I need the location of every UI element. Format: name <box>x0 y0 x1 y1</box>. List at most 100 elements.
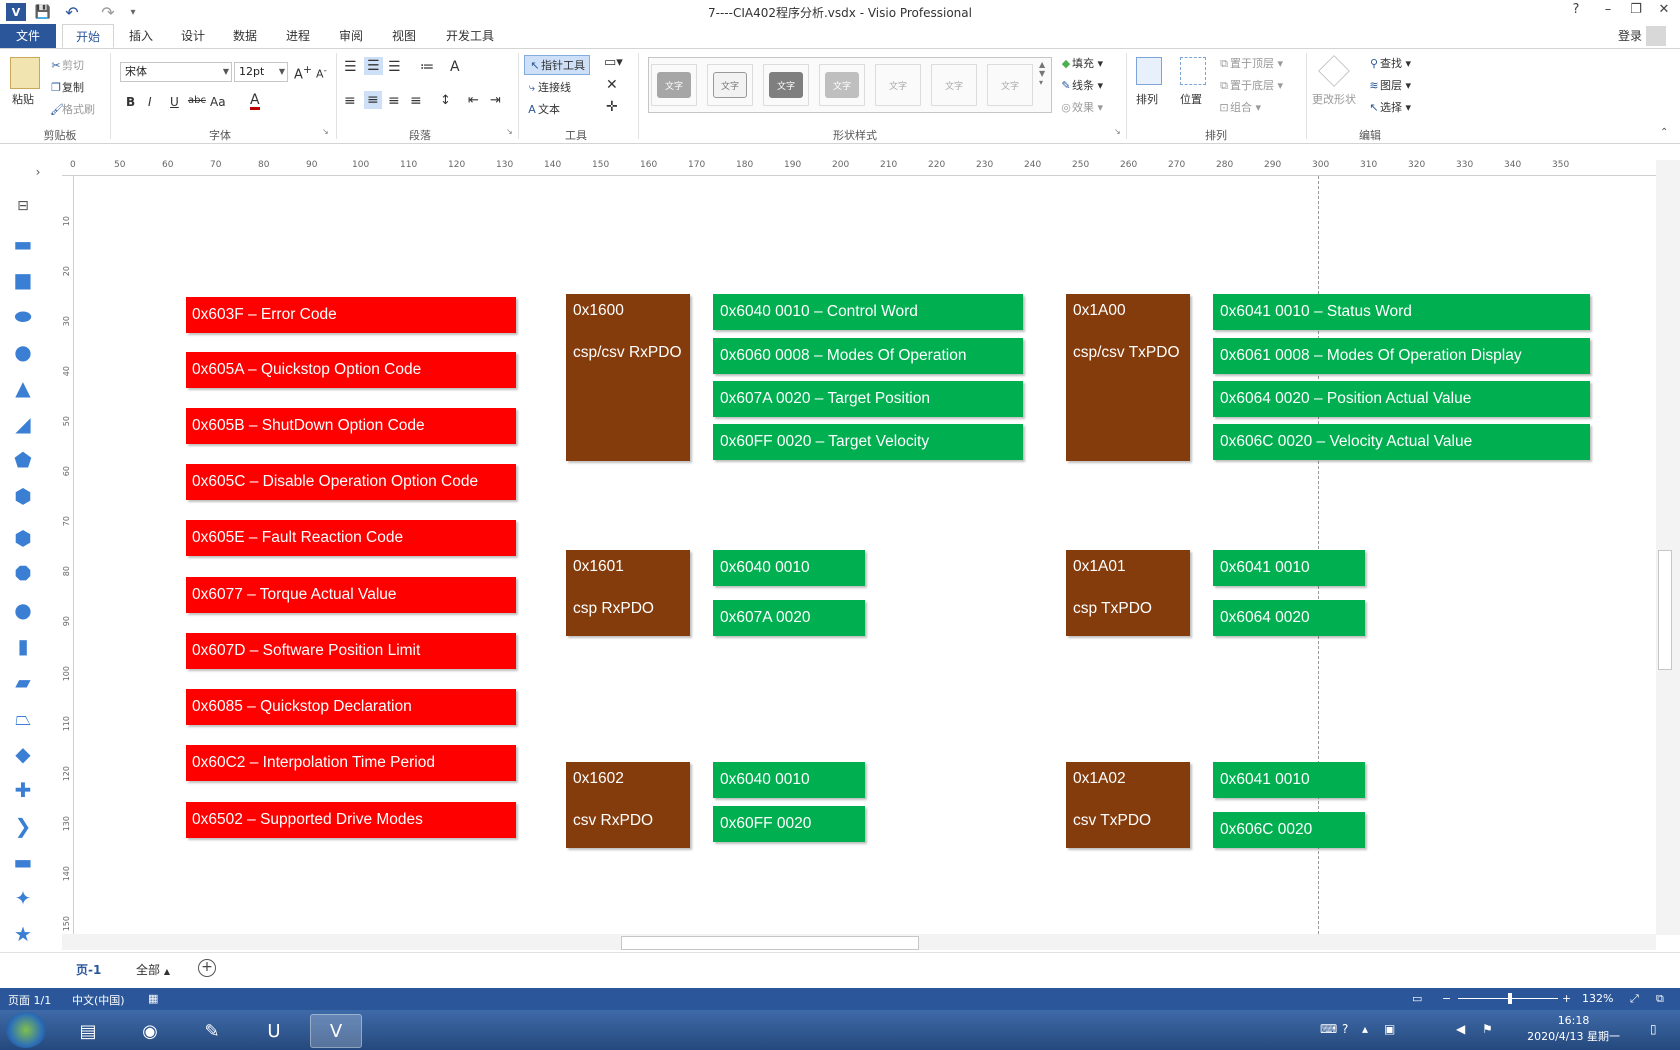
align-right-icon[interactable]: ≡ <box>388 93 400 109</box>
heptagon-icon[interactable]: ⬢ <box>11 526 35 550</box>
keyboard-icon[interactable]: ⌨ <box>1320 1022 1337 1036</box>
gallery-scroll-icon[interactable]: ▲ ▼ ▾ <box>1039 60 1045 87</box>
ellipse-icon[interactable]: ⬬ <box>11 304 35 328</box>
connection-point-icon[interactable]: ✛ <box>606 99 618 115</box>
object-box[interactable]: 0x605C – Disable Operation Option Code <box>186 464 516 500</box>
bullets-icon[interactable]: ≔ <box>420 59 434 75</box>
strikethrough-button[interactable]: abc <box>188 95 206 106</box>
line-button[interactable]: 线条 <box>1072 79 1094 92</box>
object-box[interactable]: 0x60C2 – Interpolation Time Period <box>186 745 516 781</box>
tray-expand-icon[interactable]: ▴ <box>1362 1022 1368 1036</box>
send-to-back-button[interactable]: 置于底层 <box>1230 79 1274 92</box>
octagon-icon[interactable]: ⯃ <box>11 562 35 586</box>
rectangle-icon[interactable]: ▬ <box>11 232 35 256</box>
visio-taskbar-icon[interactable]: V <box>310 1014 362 1048</box>
change-case-button[interactable]: Aa <box>210 95 226 109</box>
object-box[interactable]: 0x6502 – Supported Drive Modes <box>186 802 516 838</box>
dialog-launcher-icon[interactable]: ↘ <box>322 127 329 136</box>
help-tray-icon[interactable]: ? <box>1342 1022 1348 1036</box>
macro-icon[interactable]: ▦ <box>148 992 158 1005</box>
dialog-launcher-icon[interactable]: ↘ <box>506 127 513 136</box>
square-icon[interactable]: ■ <box>11 268 35 292</box>
tab-design[interactable]: 设计 <box>170 24 216 48</box>
text-direction-icon[interactable]: A <box>450 59 460 75</box>
bold-button[interactable]: B <box>126 95 135 109</box>
pdo-entry-box[interactable]: 0x6040 0010 – Control Word <box>713 294 1023 330</box>
pdo-entry-box[interactable]: 0x6041 0010 – Status Word <box>1213 294 1590 330</box>
format-painter-button[interactable]: 格式刷 <box>62 103 95 116</box>
page-indicator[interactable]: 页面 1/1 <box>8 992 51 1008</box>
app-u-icon[interactable]: U <box>248 1014 300 1048</box>
star5-icon[interactable]: ★ <box>11 922 35 946</box>
file-explorer-icon[interactable]: ▤ <box>62 1014 114 1048</box>
pdo-entry-box[interactable]: 0x60FF 0020 <box>713 806 865 842</box>
vertical-scrollbar[interactable] <box>1656 160 1680 935</box>
text-tool-button[interactable]: 文本 <box>538 103 560 116</box>
fit-page-icon[interactable]: ⤢ <box>1630 992 1639 1006</box>
arrange-button[interactable]: 排列 <box>1136 91 1158 107</box>
pdo-entry-box[interactable]: 0x6061 0008 – Modes Of Operation Display <box>1213 338 1590 374</box>
action-center-icon[interactable]: ⚑ <box>1482 1022 1493 1036</box>
font-size-select[interactable]: 12pt ▼ <box>234 62 288 82</box>
dialog-launcher-icon[interactable]: ↘ <box>1114 127 1121 136</box>
find-button[interactable]: 查找 <box>1380 57 1402 70</box>
diamond-icon[interactable]: ◆ <box>11 742 35 766</box>
language-indicator[interactable]: 中文(中国) <box>72 992 125 1008</box>
style-swatch[interactable]: 文字 <box>763 64 809 106</box>
right-triangle-icon[interactable]: ◢ <box>11 412 35 436</box>
presentation-icon[interactable]: ▭ <box>1412 992 1422 1005</box>
align-middle-icon[interactable]: ☰ <box>364 57 383 75</box>
pointer-tool-button[interactable]: 指针工具 <box>541 59 585 72</box>
tab-process[interactable]: 进程 <box>275 24 321 48</box>
all-pages-button[interactable]: 全部 ▲ <box>136 961 170 978</box>
pdo-header-box[interactable]: 0x1A01 csp TxPDO <box>1066 550 1190 636</box>
select-button[interactable]: 选择 <box>1380 101 1402 114</box>
tab-home[interactable]: 开始 <box>62 24 114 48</box>
avatar[interactable] <box>1646 26 1666 46</box>
style-swatch[interactable]: 文字 <box>931 64 977 106</box>
object-box[interactable]: 0x605E – Fault Reaction Code <box>186 520 516 556</box>
effects-button[interactable]: 效果 <box>1072 101 1094 114</box>
parallelogram-icon[interactable]: ▰ <box>11 670 35 694</box>
pdo-entry-box[interactable]: 0x607A 0020 – Target Position <box>713 381 1023 417</box>
change-shape-button[interactable]: 更改形状 <box>1312 91 1356 107</box>
fill-button[interactable]: 填充 <box>1072 57 1094 70</box>
page-tab[interactable]: 页-1 <box>76 961 101 978</box>
pdo-entry-box[interactable]: 0x607A 0020 <box>713 600 865 636</box>
pdo-entry-box[interactable]: 0x6040 0010 <box>713 550 865 586</box>
bring-to-front-button[interactable]: 置于顶层 <box>1230 57 1274 70</box>
pdo-entry-box[interactable]: 0x6064 0020 <box>1213 600 1365 636</box>
pdo-header-box[interactable]: 0x1A02 csv TxPDO <box>1066 762 1190 848</box>
hexagon-icon[interactable]: ⬢ <box>11 484 35 508</box>
pdo-entry-box[interactable]: 0x6041 0010 <box>1213 550 1365 586</box>
sign-in-link[interactable]: 登录 <box>1618 27 1642 44</box>
network-icon[interactable]: ▣ <box>1384 1022 1395 1036</box>
can-icon[interactable]: ▮ <box>11 634 35 658</box>
position-button[interactable]: 位置 <box>1180 91 1202 107</box>
trapezoid-icon[interactable]: ⏢ <box>11 706 35 730</box>
close-button[interactable]: ✕ <box>1652 2 1676 22</box>
copy-button[interactable]: 复制 <box>62 81 84 94</box>
tab-insert[interactable]: 插入 <box>118 24 164 48</box>
switch-windows-icon[interactable]: ⧉ <box>1656 992 1664 1006</box>
position-icon[interactable] <box>1180 57 1206 85</box>
font-name-select[interactable]: 宋体 ▼ <box>120 62 232 82</box>
rectangle-tool-icon[interactable]: ▭▾ <box>604 55 623 70</box>
object-box[interactable]: 0x607D – Software Position Limit <box>186 633 516 669</box>
pdo-entry-box[interactable]: 0x606C 0020 – Velocity Actual Value <box>1213 424 1590 460</box>
paste-button[interactable]: 粘贴 <box>12 91 34 107</box>
tab-view[interactable]: 视图 <box>381 24 427 48</box>
increase-indent-icon[interactable]: ⇥ <box>490 93 501 108</box>
pdo-entry-box[interactable]: 0x60FF 0020 – Target Velocity <box>713 424 1023 460</box>
style-swatch[interactable]: 文字 <box>875 64 921 106</box>
start-button[interactable] <box>6 1012 46 1048</box>
circle-icon[interactable]: ● <box>11 340 35 364</box>
pdo-entry-box[interactable]: 0x6040 0010 <box>713 762 865 798</box>
paint-icon[interactable]: ✎ <box>186 1014 238 1048</box>
connector-button[interactable]: 连接线 <box>538 81 571 94</box>
object-box[interactable]: 0x6077 – Torque Actual Value <box>186 577 516 613</box>
add-page-button[interactable]: + <box>198 959 216 977</box>
decrease-indent-icon[interactable]: ⇤ <box>468 93 479 108</box>
style-swatch[interactable]: 文字 <box>707 64 753 106</box>
clock[interactable]: 16:18 2020/4/13 星期一 <box>1527 1013 1620 1045</box>
